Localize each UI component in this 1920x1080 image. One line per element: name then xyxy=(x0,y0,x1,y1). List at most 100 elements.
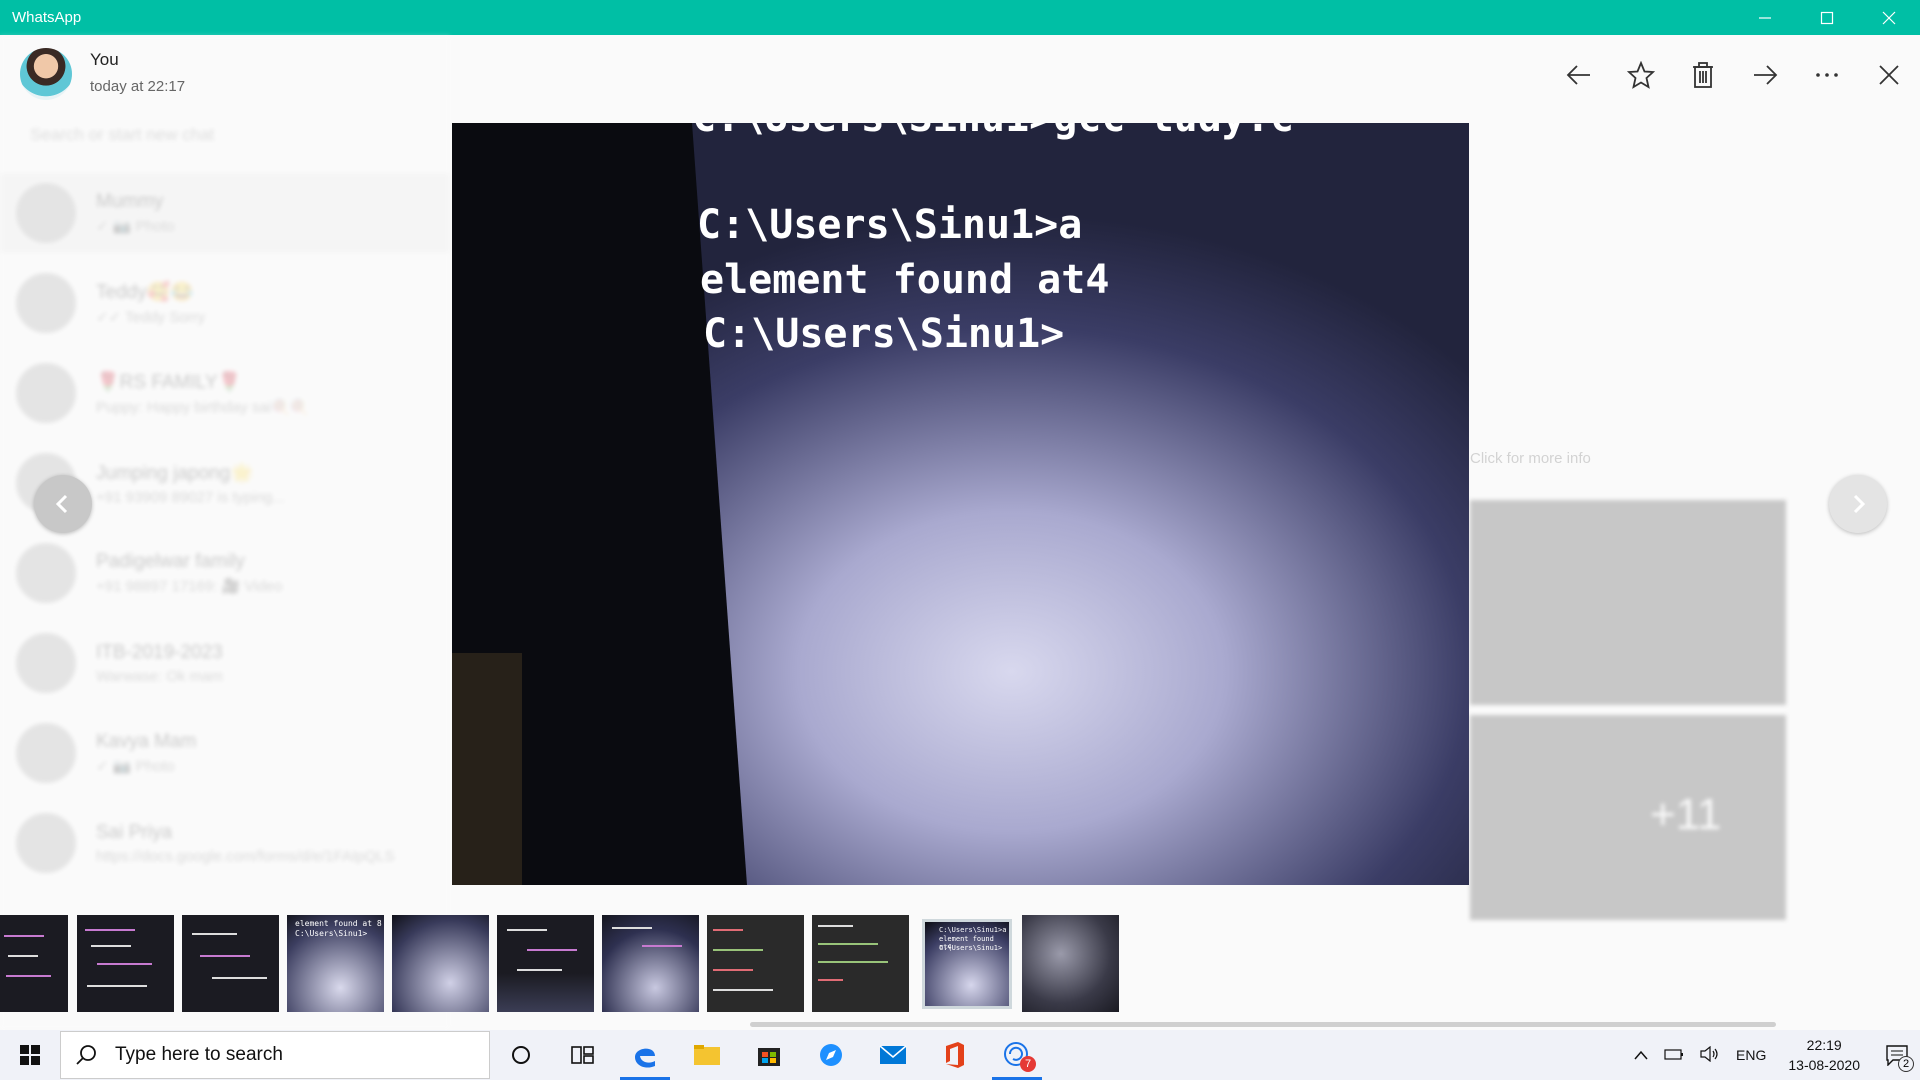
chat-name: ITB-2019-2023 xyxy=(96,641,223,663)
mail-icon xyxy=(879,1045,907,1064)
photo-of-terminal: C:\Users\Sinu1>gcc ludy.c C:\Users\Sinu1… xyxy=(452,123,1469,885)
speaker-icon xyxy=(1700,1045,1718,1062)
terminal-line: element found at4 xyxy=(700,257,1109,303)
chat-preview: ✓✓ Teddy Sorry xyxy=(96,309,206,326)
maximize-icon xyxy=(1820,11,1834,24)
edge-icon xyxy=(635,1048,655,1068)
avatar xyxy=(16,813,76,873)
notification-count: 2 xyxy=(1898,1056,1914,1072)
chat-list-item: Sai Priya https://docs.google.com/forms/d… xyxy=(16,803,436,883)
system-tray: ENG 22:19 13-08-2020 2 xyxy=(1626,1030,1920,1080)
close-window-button[interactable] xyxy=(1858,0,1920,35)
ellipsis-icon xyxy=(1816,73,1838,77)
chat-name: Padigelwar family xyxy=(96,551,245,572)
media-thumbnail[interactable] xyxy=(812,915,909,1012)
language-indicator[interactable]: ENG xyxy=(1728,1047,1774,1063)
media-thumbnail-selected[interactable]: C:\Users\Sinu1>a element found at4 C:\Us… xyxy=(922,919,1012,1009)
chat-name: Mummy xyxy=(96,191,164,212)
media-thumbnail[interactable] xyxy=(497,915,594,1012)
minimize-button[interactable] xyxy=(1734,0,1796,35)
chevron-left-icon xyxy=(55,494,68,514)
chat-name: Jumping japong🌟 xyxy=(96,462,254,484)
action-center-button[interactable]: 2 xyxy=(1874,1030,1920,1080)
close-icon xyxy=(1882,11,1896,24)
edge-taskbar-button[interactable] xyxy=(614,1030,676,1080)
compass-icon xyxy=(820,1044,842,1066)
terminal-line: C:\Users\Sinu1>gcc ludy.c xyxy=(692,123,1294,141)
office-button[interactable] xyxy=(924,1030,986,1080)
media-thumbnail[interactable] xyxy=(707,915,804,1012)
chat-search-placeholder: Search or start new chat xyxy=(30,125,215,144)
unread-badge: 7 xyxy=(1020,1056,1036,1072)
trash-icon xyxy=(1693,62,1713,88)
media-thumbnail[interactable] xyxy=(392,915,489,1012)
media-thumbnail[interactable]: element found at 8 C:\Users\Sinu1> xyxy=(287,915,384,1012)
avatar xyxy=(16,363,76,423)
window-titlebar: WhatsApp xyxy=(0,0,1920,35)
chevron-right-icon xyxy=(1853,494,1866,514)
search-icon xyxy=(76,1045,96,1065)
viewer-toolbar xyxy=(1548,55,1920,95)
media-panel-background: +11 xyxy=(1460,35,1920,1030)
whatsapp-taskbar-button[interactable]: 7 xyxy=(986,1030,1048,1080)
more-options-button[interactable] xyxy=(1796,55,1858,95)
show-hidden-icons-button[interactable] xyxy=(1626,1047,1656,1063)
star-icon xyxy=(1627,61,1655,89)
thumbnail-text: C:\Users\Sinu1>a xyxy=(939,926,1007,934)
chat-preview: ✓ 📷 Photo xyxy=(96,218,175,235)
media-thumbnail-strip: element found at 8 C:\Users\Sinu1> C:\Us… xyxy=(0,913,1920,1013)
media-thumbnail[interactable] xyxy=(1022,915,1119,1012)
forward-button[interactable] xyxy=(1734,55,1796,95)
avatar xyxy=(16,633,76,693)
file-explorer-button[interactable] xyxy=(676,1030,738,1080)
media-thumbnail[interactable] xyxy=(602,915,699,1012)
maximize-button[interactable] xyxy=(1796,0,1858,35)
battery-button[interactable] xyxy=(1656,1047,1692,1064)
media-thumbnail[interactable] xyxy=(182,915,279,1012)
media-more-count: +11 xyxy=(1650,790,1722,839)
chat-list-item: Kavya Mam ✓ 📷 Photo xyxy=(16,713,436,793)
chat-list-item: Padigelwar family +91 98897 17169: 🎥 Vide… xyxy=(16,533,436,613)
media-thumbnail[interactable] xyxy=(0,915,68,1012)
store-button[interactable] xyxy=(738,1030,800,1080)
close-viewer-button[interactable] xyxy=(1858,55,1920,95)
cortana-icon xyxy=(512,1046,530,1064)
next-media-button[interactable] xyxy=(1829,475,1887,533)
chat-name: Sai Priya xyxy=(96,821,173,843)
clock-time: 22:19 xyxy=(1806,1037,1842,1053)
task-view-button[interactable] xyxy=(552,1030,614,1080)
previous-media-button[interactable] xyxy=(34,475,92,533)
delete-button[interactable] xyxy=(1672,55,1734,95)
media-image: C:\Users\Sinu1>gcc ludy.c C:\Users\Sinu1… xyxy=(452,123,1469,885)
avatar xyxy=(16,723,76,783)
task-view-icon xyxy=(571,1046,594,1064)
volume-button[interactable] xyxy=(1692,1045,1728,1065)
arrow-right-icon xyxy=(1754,65,1778,85)
minimize-icon xyxy=(1759,16,1771,19)
media-thumbnail[interactable] xyxy=(77,915,174,1012)
windows-logo-icon xyxy=(20,1045,40,1065)
media-tile xyxy=(1470,715,1588,920)
app-taskbar-button[interactable] xyxy=(800,1030,862,1080)
sender-name: You xyxy=(90,50,119,69)
store-icon xyxy=(758,1048,780,1066)
avatar xyxy=(20,48,72,100)
media-tile xyxy=(1586,500,1786,705)
mail-button[interactable] xyxy=(862,1030,924,1080)
clock[interactable]: 22:19 13-08-2020 xyxy=(1774,1035,1874,1075)
media-viewer-header: You today at 22:17 xyxy=(0,35,1920,110)
chat-preview: +91 93909 89027 is typing... xyxy=(96,488,285,506)
star-button[interactable] xyxy=(1610,55,1672,95)
taskbar-search-placeholder: Type here to search xyxy=(115,1044,283,1065)
chat-preview: ✓ 📷 Photo xyxy=(96,758,175,775)
cortana-button[interactable] xyxy=(490,1030,552,1080)
go-to-message-button[interactable] xyxy=(1548,55,1610,95)
thumbnail-scrollbar[interactable] xyxy=(750,1022,1776,1027)
media-tile xyxy=(1470,500,1588,705)
arrow-left-icon xyxy=(1566,65,1590,85)
avatar xyxy=(16,273,76,333)
chat-list-item: Teddy🥰😂 ✓✓ Teddy Sorry xyxy=(16,263,436,343)
chat-name: Kavya Mam xyxy=(96,731,197,752)
taskbar-search-box[interactable]: Type here to search xyxy=(60,1031,490,1079)
start-button[interactable] xyxy=(0,1030,60,1080)
